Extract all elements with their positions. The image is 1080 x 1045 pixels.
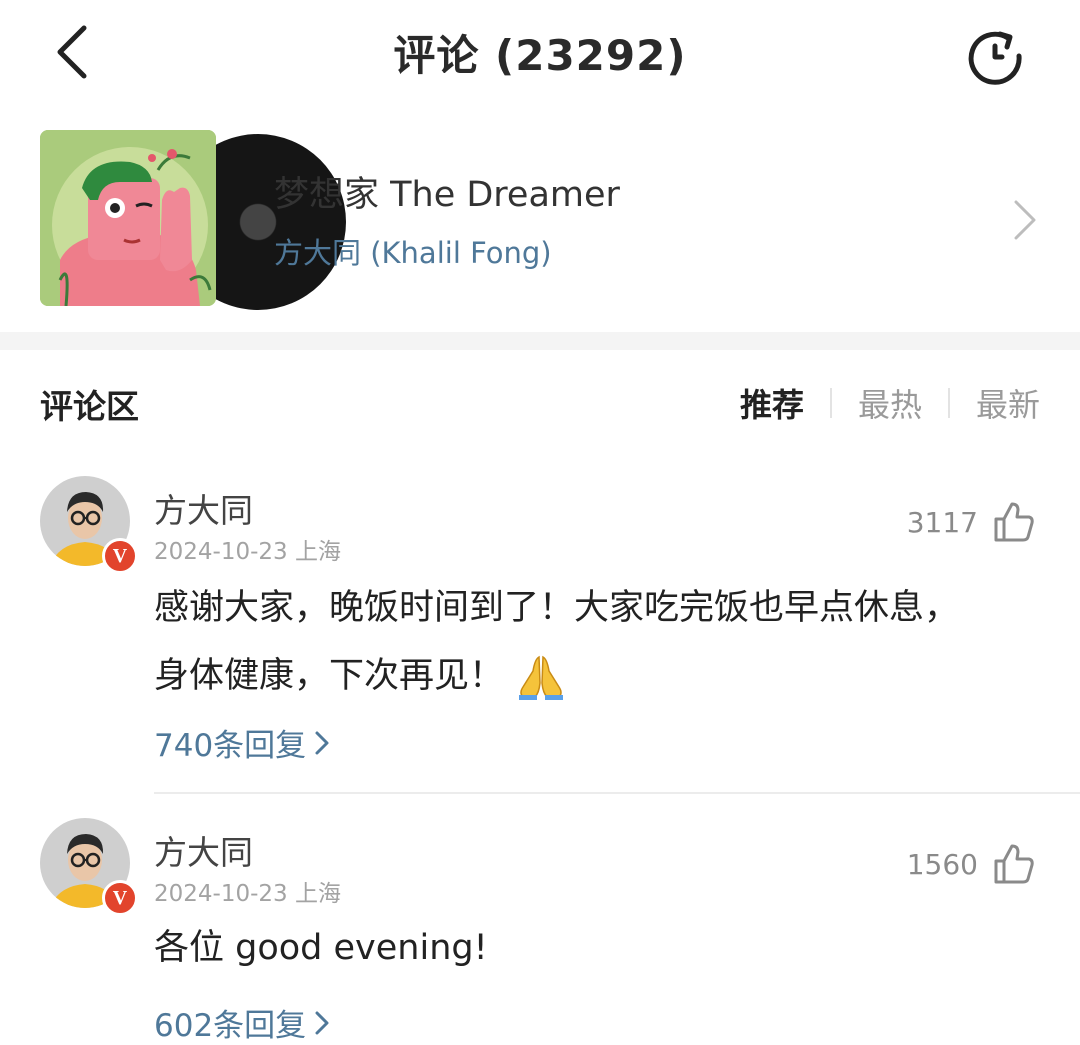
chevron-right-icon — [315, 1011, 329, 1034]
avatar[interactable]: V — [40, 476, 138, 574]
top-bar: 评论 (23292) — [0, 0, 1080, 105]
comment-meta: 2024-10-23 上海 — [154, 532, 341, 566]
comment-location: 上海 — [294, 881, 341, 907]
comment-line: 身体健康，下次再见！ — [154, 642, 1034, 710]
avatar[interactable]: V — [40, 818, 138, 916]
comment-line: 感谢大家，晚饭时间到了！大家吃完饭也早点休息， — [154, 588, 960, 628]
album-cover — [40, 130, 216, 306]
refresh-icon — [968, 31, 1022, 85]
tab-hottest[interactable]: 最热 — [858, 380, 922, 426]
comment-username[interactable]: 方大同 — [154, 826, 253, 874]
like-button[interactable]: 1560 — [907, 842, 1036, 886]
tab-divider — [947, 388, 950, 418]
thumbs-up-icon — [994, 502, 1034, 542]
comment-date: 2024-10-23 — [154, 881, 288, 907]
tab-newest[interactable]: 最新 — [976, 380, 1040, 426]
replies-link[interactable]: 740条回复 — [154, 720, 332, 765]
comment-line: 各位 good evening! — [154, 928, 488, 968]
verified-badge-icon: V — [102, 880, 138, 916]
page-title: 评论 (23292) — [393, 31, 687, 80]
chevron-right-icon — [315, 731, 329, 754]
folded-hands-icon — [519, 655, 564, 700]
tab-divider — [829, 388, 832, 418]
section-divider — [0, 332, 1080, 350]
replies-count: 602条回复 — [154, 1008, 307, 1044]
comments-section-title: 评论区 — [40, 387, 139, 426]
like-count: 3117 — [906, 505, 978, 539]
comment-divider — [154, 792, 1080, 794]
song-title: 梦想家 The Dreamer — [274, 175, 620, 215]
like-count: 1560 — [906, 847, 978, 881]
song-card[interactable]: 梦想家 The Dreamer 方大同 (Khalil Fong) — [0, 112, 1080, 324]
comment-text: 感谢大家，晚饭时间到了！大家吃完饭也早点休息， 身体健康，下次再见！ — [154, 574, 1034, 710]
refresh-button[interactable] — [960, 20, 1030, 90]
comment-meta: 2024-10-23 上海 — [154, 874, 341, 908]
verified-badge-icon: V — [102, 538, 138, 574]
replies-count: 740条回复 — [154, 728, 307, 764]
tab-recommended[interactable]: 推荐 — [740, 380, 804, 426]
like-button[interactable]: 3117 — [907, 500, 1036, 544]
song-artist[interactable]: 方大同 (Khalil Fong) — [274, 230, 552, 272]
thumbs-up-icon — [994, 844, 1034, 884]
comment-location: 上海 — [294, 539, 341, 565]
replies-link[interactable]: 602条回复 — [154, 1000, 332, 1045]
comment-text: 各位 good evening! — [154, 914, 1034, 982]
chevron-right-icon — [1014, 200, 1036, 240]
sort-tabs: 推荐 最热 最新 — [740, 380, 1040, 426]
comment-username[interactable]: 方大同 — [154, 484, 253, 532]
comment-date: 2024-10-23 — [154, 539, 288, 565]
